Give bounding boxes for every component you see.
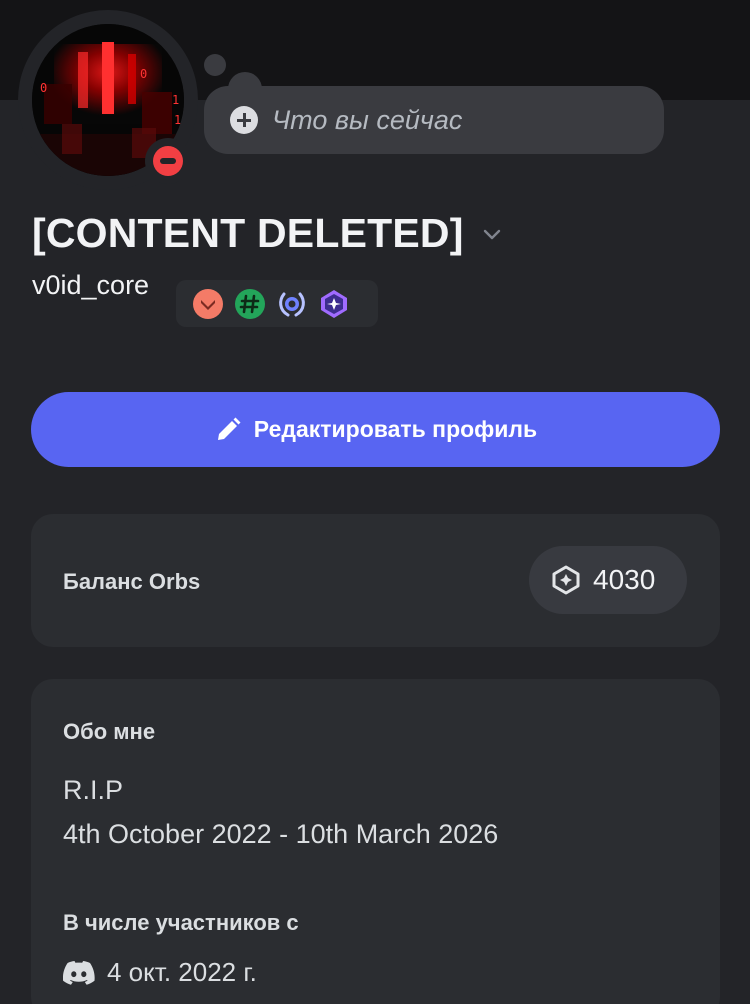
orb-icon — [552, 565, 580, 595]
edit-profile-label: Редактировать профиль — [253, 416, 538, 442]
custom-status-button[interactable]: Что вы сейчас — [204, 86, 664, 154]
hashtag-badge-icon[interactable] — [234, 288, 266, 320]
display-name: [CONTENT DELETED] — [32, 210, 464, 256]
custom-status-placeholder: Что вы сейчас — [272, 104, 463, 135]
orbs-balance-card: Баланс Orbs 4030 — [31, 514, 720, 647]
orb-badge-icon[interactable] — [318, 288, 350, 320]
thought-dot-small — [204, 54, 226, 76]
dnd-status-indicator — [145, 138, 191, 184]
member-since-title: В числе участников с — [63, 910, 299, 935]
about-me-text-line: 4th October 2022 - 10th March 2026 — [63, 819, 499, 849]
member-since-date: 4 окт. 2022 г. — [107, 957, 257, 987]
edit-profile-button[interactable]: Редактировать профиль — [31, 392, 720, 467]
username: v0id_core — [32, 270, 150, 300]
pencil-icon — [217, 417, 241, 440]
orbs-balance-pill[interactable]: 4030 — [529, 546, 687, 614]
display-name-row[interactable]: [CONTENT DELETED] — [32, 210, 502, 257]
badge-list — [176, 280, 378, 327]
avatar-glyph: 0 — [140, 67, 147, 81]
avatar-glyph: 1 — [172, 93, 179, 107]
member-since-row: 4 окт. 2022 г. — [63, 957, 257, 988]
about-me-card: Обо мне R.I.P 4th October 2022 - 10th Ma… — [31, 679, 720, 1004]
about-me-title: Обо мне — [63, 719, 156, 744]
dnd-status-icon — [153, 146, 183, 176]
orbs-balance-value: 4030 — [593, 564, 656, 595]
avatar-glyph: 0 — [40, 81, 47, 95]
hypesquad-bravery-icon[interactable] — [192, 288, 224, 320]
plus-icon — [230, 106, 258, 134]
laurel-badge-icon[interactable] — [276, 288, 308, 320]
chevron-down-icon[interactable] — [482, 224, 502, 244]
discord-logo-icon — [63, 960, 95, 985]
orbs-balance-label: Баланс Orbs — [63, 569, 201, 594]
about-me-text-line: R.I.P — [63, 775, 124, 805]
